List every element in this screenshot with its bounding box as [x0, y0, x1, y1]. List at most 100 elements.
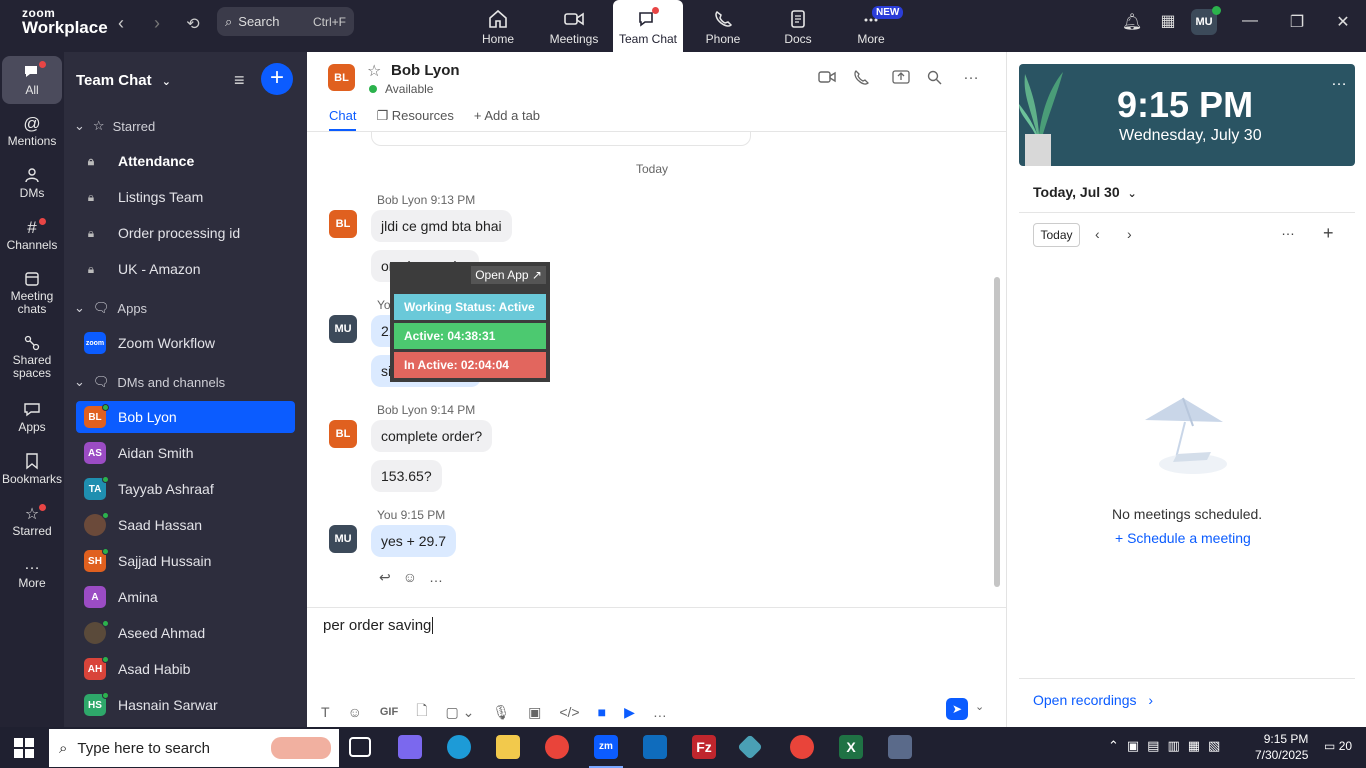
filezilla-icon[interactable]: Fz	[692, 735, 716, 759]
emoji-react-icon[interactable]: ☺	[403, 569, 417, 586]
sidebar-item-sajjad-hussain[interactable]: SH Sajjad Hussain	[76, 545, 295, 577]
rail-more[interactable]: … More	[2, 556, 62, 590]
chrome-icon[interactable]	[790, 735, 814, 759]
task-view-icon[interactable]	[349, 737, 371, 757]
bell-icon[interactable]: 🔔︎	[1119, 12, 1145, 32]
rail-apps[interactable]: Apps	[2, 400, 62, 434]
rail-starred[interactable]: ☆ Starred	[2, 504, 62, 538]
rail-bookmarks[interactable]: Bookmarks	[2, 452, 62, 486]
new-chat-button[interactable]: +	[261, 63, 293, 95]
taskbar-search[interactable]: ⌕ Type here to search	[49, 729, 339, 767]
outlook-icon[interactable]	[643, 735, 667, 759]
contact-avatar[interactable]: BL	[328, 64, 355, 91]
nav-meetings[interactable]: Meetings	[538, 0, 610, 52]
rail-all[interactable]: All	[2, 56, 62, 104]
avatar[interactable]: MU	[329, 315, 357, 343]
sidebar-item-uk-amazon[interactable]: 🔒︎ UK - Amazon	[76, 253, 295, 285]
rail-meeting-chats[interactable]: Meeting chats	[2, 270, 62, 316]
edge-icon[interactable]	[447, 735, 471, 759]
tab-chat[interactable]: Chat	[329, 108, 357, 131]
sidebar-item-listings-team[interactable]: 🔒︎ Listings Team	[76, 181, 295, 213]
more-options-icon[interactable]: …	[653, 704, 667, 720]
section-starred[interactable]: ⌄ ☆ Starred	[74, 118, 155, 134]
sidebar-item-saad-hassan[interactable]: Saad Hassan	[76, 509, 295, 541]
more-options-icon[interactable]: …	[963, 66, 979, 84]
more-options-icon[interactable]: …	[429, 569, 443, 586]
calendar-date-selector[interactable]: Today, Jul 30 ⌄	[1033, 184, 1137, 200]
open-recordings-link[interactable]: Open recordings ›	[1033, 692, 1153, 708]
screenshot-icon[interactable]: ▢ ⌄	[445, 704, 474, 721]
sidebar-item-asad-habib[interactable]: AH Asad Habib	[76, 653, 295, 685]
avatar[interactable]: BL	[329, 420, 357, 448]
calendar-apps-icon[interactable]: ▦	[1155, 11, 1181, 31]
add-event-icon[interactable]: +	[1323, 223, 1334, 244]
format-text-icon[interactable]: T	[321, 704, 330, 720]
send-button[interactable]: ➤	[946, 698, 968, 720]
sidebar-item-aidan-smith[interactable]: AS Aidan Smith	[76, 437, 295, 469]
nav-home[interactable]: Home	[463, 0, 533, 52]
rail-shared-spaces[interactable]: Shared spaces	[2, 334, 62, 380]
sidebar-item-bob-lyon[interactable]: BL Bob Lyon	[76, 401, 295, 433]
section-apps[interactable]: ⌄ 🗨︎ Apps	[74, 300, 147, 316]
rail-mentions[interactable]: @ Mentions	[2, 114, 62, 148]
taskbar-clock[interactable]: 9:15 PM 7/30/2025	[1255, 731, 1308, 763]
nav-docs[interactable]: Docs	[763, 0, 833, 52]
tab-add[interactable]: + Add a tab	[474, 108, 540, 131]
message-bubble[interactable]: 153.65?	[371, 460, 442, 492]
message-bubble[interactable]: yes + 29.7	[371, 525, 456, 557]
windows-start-icon[interactable]	[14, 738, 34, 758]
minimize-icon[interactable]: —	[1237, 12, 1263, 30]
notification-center[interactable]: ▭ 20	[1324, 739, 1352, 753]
file-explorer-icon[interactable]	[496, 735, 520, 759]
chrome-icon[interactable]	[545, 735, 569, 759]
schedule-meeting-link[interactable]: + Schedule a meeting	[1115, 530, 1251, 546]
message-bubble[interactable]: complete order?	[371, 420, 493, 452]
app-icon[interactable]: ▶	[624, 704, 635, 721]
back-arrow-icon[interactable]: ‹	[111, 13, 131, 34]
message-input[interactable]: per order saving	[323, 617, 434, 634]
calculator-icon[interactable]	[888, 735, 912, 759]
close-icon[interactable]: ✕	[1330, 12, 1356, 32]
avatar[interactable]: MU	[329, 525, 357, 553]
scrollbar[interactable]	[994, 277, 1000, 587]
microphone-icon[interactable]: 🎙︎	[492, 704, 510, 721]
user-avatar[interactable]: MU	[1191, 6, 1221, 35]
restore-icon[interactable]: ❐	[1284, 12, 1310, 32]
chevron-left-icon[interactable]: ‹	[1095, 226, 1100, 242]
video-call-icon[interactable]	[818, 70, 836, 89]
sidebar-item-tayyab-ashraaf[interactable]: TA Tayyab Ashraaf	[76, 473, 295, 505]
phone-call-icon[interactable]	[853, 70, 869, 91]
nav-team-chat[interactable]: Team Chat	[613, 0, 683, 52]
today-button[interactable]: Today	[1033, 223, 1080, 247]
gif-button[interactable]: GIF	[380, 706, 398, 718]
search-icon[interactable]	[927, 70, 942, 90]
emoji-icon[interactable]: ☺	[348, 704, 362, 720]
chevron-right-icon[interactable]: ›	[1127, 226, 1132, 242]
chat-contact-name[interactable]: Bob Lyon	[391, 62, 460, 79]
filter-icon[interactable]: ≡	[234, 70, 245, 91]
rail-channels[interactable]: # Channels	[2, 218, 62, 252]
sidebar-item-aseed-ahmad[interactable]: Aseed Ahmad	[76, 617, 295, 649]
open-app-button[interactable]: Open App ↗	[471, 266, 546, 284]
history-icon[interactable]: ⟲	[183, 14, 203, 34]
app-icon[interactable]: ■	[598, 704, 606, 720]
sidebar-item-order-processing[interactable]: 🔒︎ Order processing id	[76, 217, 295, 249]
more-options-icon[interactable]: …	[1331, 72, 1347, 90]
sidebar-item-amina[interactable]: A Amina	[76, 581, 295, 613]
system-tray-icons[interactable]: ⌃▣▤▥▦▧	[1108, 738, 1228, 754]
code-snippet-icon[interactable]: </>	[559, 704, 579, 720]
star-icon[interactable]: ☆	[367, 61, 381, 81]
avatar[interactable]: BL	[329, 210, 357, 238]
share-screen-icon[interactable]	[892, 70, 910, 89]
zoom-taskbar-icon[interactable]: zm	[594, 735, 618, 759]
sidebar-item-zoom-workflow[interactable]: zoom Zoom Workflow	[76, 327, 295, 359]
more-options-icon[interactable]: …	[1281, 222, 1295, 238]
rail-dms[interactable]: DMs	[2, 166, 62, 200]
copilot-icon[interactable]	[398, 735, 422, 759]
sidebar-item-attendance[interactable]: 🔒︎ Attendance	[76, 145, 295, 177]
nav-phone[interactable]: Phone	[688, 0, 758, 52]
search-box[interactable]: ⌕ Search Ctrl+F	[217, 7, 354, 36]
reply-icon[interactable]: ↩	[379, 569, 391, 586]
message-bubble[interactable]: jldi ce gmd bta bhai	[371, 210, 512, 242]
tab-resources[interactable]: ❐ Resources	[376, 108, 453, 131]
